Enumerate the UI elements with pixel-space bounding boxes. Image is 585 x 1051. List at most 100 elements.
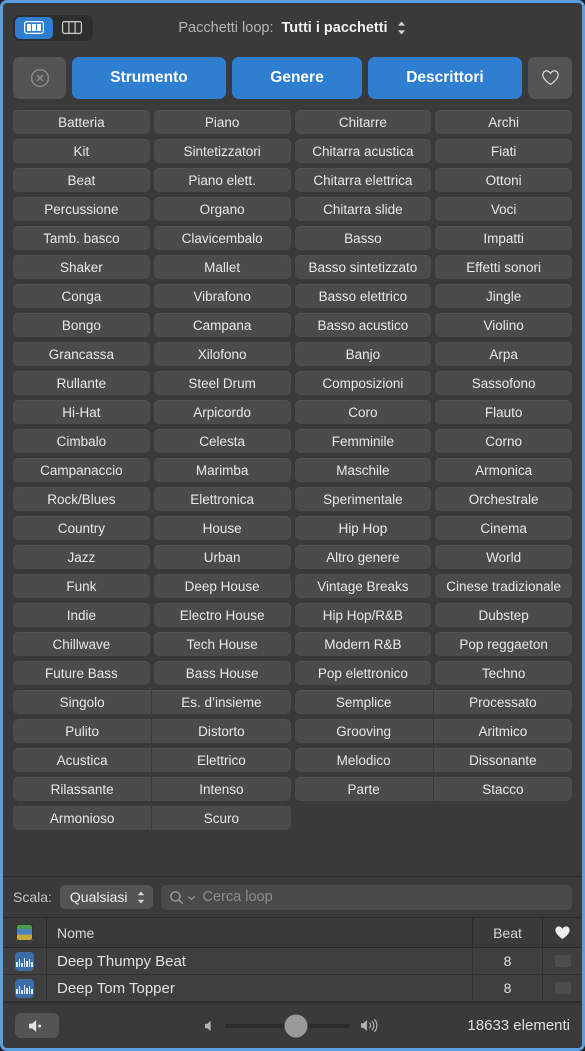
keyword-button[interactable]: Techno [435, 661, 572, 685]
keyword-button[interactable]: Conga [13, 284, 150, 308]
loop-packs-value[interactable]: Tutti i pacchetti [282, 20, 388, 36]
favorite-checkbox[interactable] [554, 955, 571, 967]
keyword-button[interactable]: Chitarra elettrica [294, 168, 432, 192]
keyword-button[interactable]: Tamb. basco [13, 226, 150, 250]
keyword-button[interactable]: Maschile [294, 458, 432, 482]
keyword-button[interactable]: Cinese tradizionale [435, 574, 572, 598]
keyword-button[interactable]: Dubstep [435, 603, 572, 627]
keyword-button[interactable]: Aritmico [433, 719, 572, 743]
keyword-button[interactable]: Hi-Hat [13, 400, 150, 424]
table-row[interactable]: Deep Tom Topper 8 [3, 975, 582, 1002]
keyword-button[interactable]: Composizioni [294, 371, 432, 395]
keyword-button[interactable]: Basso [294, 226, 432, 250]
keyword-button[interactable]: Clavicembalo [153, 226, 291, 250]
chevron-up-down-icon[interactable] [396, 20, 407, 36]
results-list[interactable]: Deep Thumpy Beat 8 Deep Tom Topper 8 [3, 948, 582, 1002]
keyword-button[interactable]: Future Bass [13, 661, 150, 685]
keyword-button[interactable]: Mallet [153, 255, 291, 279]
keyword-button[interactable]: Piano [153, 110, 291, 134]
keyword-button[interactable]: Pop reggaeton [435, 632, 572, 656]
keyword-button[interactable]: Orchestrale [435, 487, 572, 511]
filter-tab-genere[interactable]: Genere [232, 57, 362, 99]
keyword-button[interactable]: Basso elettrico [294, 284, 432, 308]
keyword-button[interactable]: Semplice [294, 690, 433, 714]
keyword-button[interactable]: Basso acustico [294, 313, 432, 337]
keyword-button[interactable]: Es. d’insieme [152, 690, 291, 714]
keyword-button[interactable]: Xilofono [153, 342, 291, 366]
keyword-button[interactable]: Tech House [153, 632, 291, 656]
keyword-button[interactable]: Archi [435, 110, 572, 134]
view-mode-segmented-control[interactable] [13, 14, 93, 41]
keyword-button[interactable]: Arpicordo [153, 400, 291, 424]
keyword-button[interactable]: Deep House [153, 574, 291, 598]
keyword-button[interactable]: Altro genere [294, 545, 432, 569]
favorites-filter-button[interactable] [528, 57, 572, 99]
filter-tab-strumento[interactable]: Strumento [72, 57, 227, 99]
keyword-button[interactable]: Fiati [435, 139, 572, 163]
keyword-button[interactable]: Cimbalo [13, 429, 150, 453]
keyword-button[interactable]: Electro House [153, 603, 291, 627]
keyword-button[interactable]: Impatti [435, 226, 572, 250]
keyword-button[interactable]: Flauto [435, 400, 572, 424]
keyword-button[interactable]: Effetti sonori [435, 255, 572, 279]
keyword-button[interactable]: Funk [13, 574, 150, 598]
keyword-button[interactable]: Pop elettronico [294, 661, 432, 685]
search-input[interactable]: Cerca loop [160, 884, 572, 910]
keyword-button[interactable]: Sassofono [435, 371, 572, 395]
keyword-button[interactable]: Pulito [13, 719, 152, 743]
table-row[interactable]: Deep Thumpy Beat 8 [3, 948, 582, 975]
filter-tab-descrittori[interactable]: Descrittori [367, 57, 522, 99]
preview-mute-button[interactable] [15, 1013, 59, 1038]
keyword-button[interactable]: Cinema [435, 516, 572, 540]
keyword-button[interactable]: Indie [13, 603, 150, 627]
column-header-beat[interactable]: Beat [472, 918, 542, 947]
column-view-icon[interactable] [53, 17, 91, 39]
keyword-button[interactable]: Hip Hop/R&B [294, 603, 432, 627]
scale-dropdown[interactable]: Qualsiasi [59, 885, 153, 909]
column-header-favorite[interactable] [542, 918, 582, 947]
keyword-button[interactable]: Piano elett. [153, 168, 291, 192]
keyword-button[interactable]: Elettronica [153, 487, 291, 511]
keyword-button[interactable]: Singolo [13, 690, 152, 714]
keyword-button[interactable]: Jazz [13, 545, 150, 569]
favorite-checkbox[interactable] [554, 982, 571, 994]
keyword-button[interactable]: World [435, 545, 572, 569]
keyword-button[interactable]: Marimba [153, 458, 291, 482]
keyword-button[interactable]: Bass House [153, 661, 291, 685]
keyword-button[interactable]: Sintetizzatori [153, 139, 291, 163]
keyword-button[interactable]: Coro [294, 400, 432, 424]
keyword-button[interactable]: Distorto [152, 719, 291, 743]
row-favorite-cell[interactable] [542, 975, 582, 1001]
keyword-button[interactable]: Rullante [13, 371, 150, 395]
keyword-button[interactable]: Parte [294, 777, 433, 801]
column-header-name[interactable]: Nome [47, 918, 472, 947]
reset-filters-button[interactable] [13, 57, 66, 99]
keyword-button[interactable]: Intenso [152, 777, 291, 801]
keyword-button[interactable]: Steel Drum [153, 371, 291, 395]
keyword-button[interactable]: Melodico [294, 748, 433, 772]
keyword-button[interactable]: Organo [153, 197, 291, 221]
keyword-button[interactable]: Campanaccio [13, 458, 150, 482]
keyword-button[interactable]: House [153, 516, 291, 540]
keyword-button[interactable]: Chillwave [13, 632, 150, 656]
chevron-down-icon[interactable] [187, 893, 196, 902]
keyword-button[interactable]: Armonioso [13, 806, 152, 830]
keyword-button[interactable]: Celesta [153, 429, 291, 453]
keyword-button[interactable]: Grancassa [13, 342, 150, 366]
keyword-button[interactable]: Sperimentale [294, 487, 432, 511]
keyword-button[interactable]: Urban [153, 545, 291, 569]
keyword-button[interactable]: Arpa [435, 342, 572, 366]
keyword-button[interactable]: Dissonante [433, 748, 572, 772]
keyword-button[interactable]: Beat [13, 168, 150, 192]
keyword-button[interactable]: Chitarra acustica [294, 139, 432, 163]
keyword-button[interactable]: Processato [433, 690, 572, 714]
keyword-button[interactable]: Stacco [433, 777, 572, 801]
keyword-button[interactable]: Percussione [13, 197, 150, 221]
keyword-button[interactable]: Modern R&B [294, 632, 432, 656]
row-favorite-cell[interactable] [542, 948, 582, 974]
keyword-button[interactable]: Vibrafono [153, 284, 291, 308]
volume-slider-thumb[interactable] [284, 1014, 308, 1037]
keyword-button[interactable]: Ottoni [435, 168, 572, 192]
keyword-button[interactable]: Rock/Blues [13, 487, 150, 511]
keyword-button[interactable]: Acustica [13, 748, 152, 772]
